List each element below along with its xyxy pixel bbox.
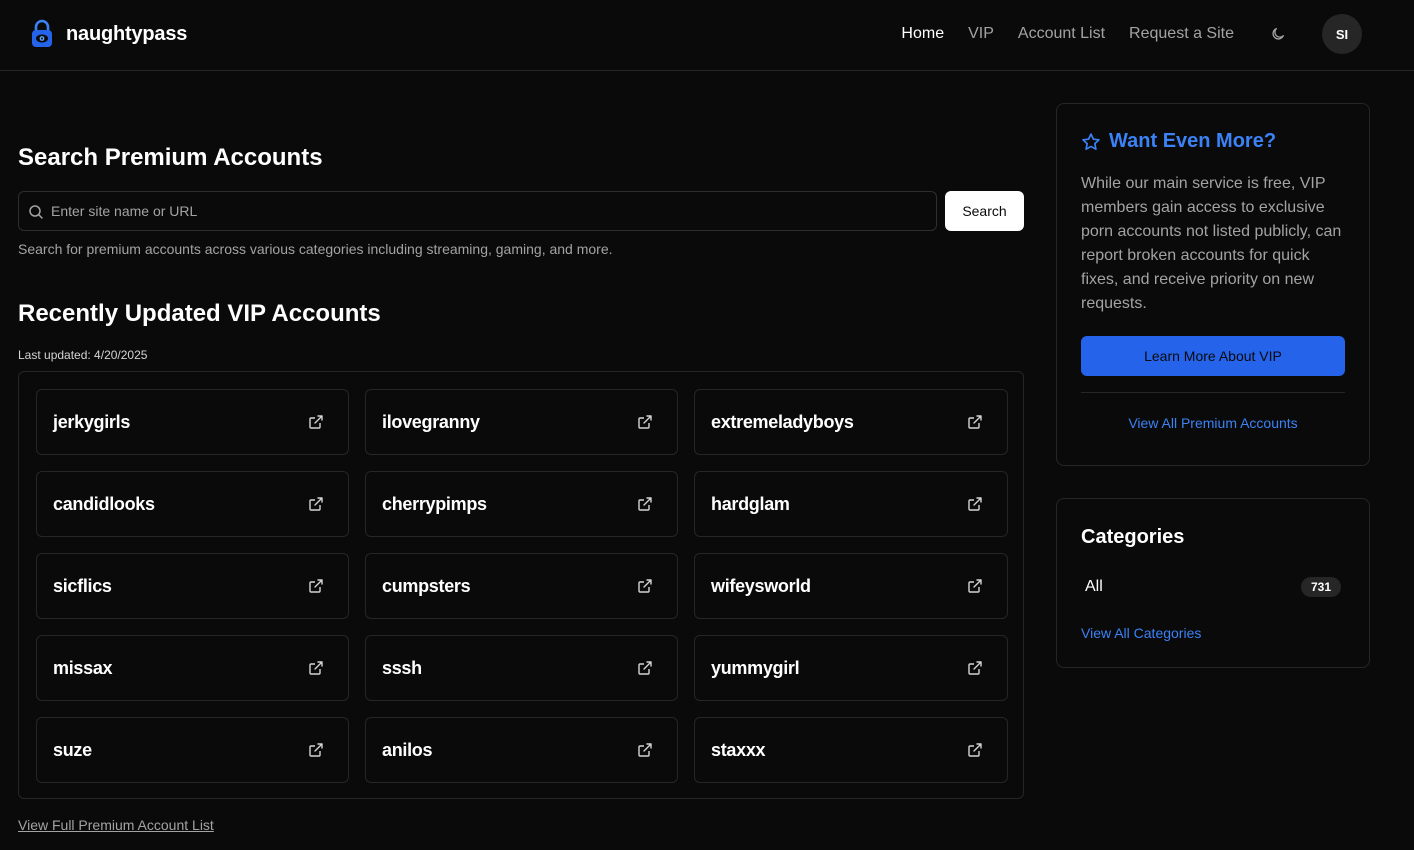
- account-name: hardglam: [711, 493, 790, 514]
- vip-card-title: Want Even More?: [1109, 130, 1277, 152]
- search-input-wrapper: [18, 191, 937, 231]
- category-item-all[interactable]: All 731: [1081, 575, 1341, 599]
- main-nav: Home VIP Account List Request a Site SI: [901, 14, 1362, 54]
- external-link-icon[interactable]: [637, 414, 653, 430]
- account-card[interactable]: sicflics: [36, 553, 349, 619]
- account-card[interactable]: extremeladyboys: [694, 389, 1008, 455]
- nav-request-a-site[interactable]: Request a Site: [1129, 25, 1234, 43]
- account-card[interactable]: candidlooks: [36, 471, 349, 537]
- account-card[interactable]: ilovegranny: [365, 389, 678, 455]
- padlock-eye-icon: [32, 19, 52, 47]
- account-name: yummygirl: [711, 657, 800, 678]
- brand-name: naughtypass: [66, 22, 188, 45]
- account-name: jerkygirls: [53, 411, 131, 432]
- search-button[interactable]: Search: [945, 191, 1024, 231]
- external-link-icon[interactable]: [308, 578, 324, 594]
- star-icon: [1082, 132, 1100, 150]
- account-card[interactable]: yummygirl: [694, 635, 1008, 701]
- nav-home[interactable]: Home: [901, 25, 944, 43]
- account-card[interactable]: cumpsters: [365, 553, 678, 619]
- nav-account-list[interactable]: Account List: [1018, 25, 1105, 43]
- account-name: wifeysworld: [711, 575, 811, 596]
- external-link-icon[interactable]: [967, 414, 983, 430]
- search-help-text: Search for premium accounts across vario…: [18, 241, 613, 257]
- account-card[interactable]: suze: [36, 717, 349, 783]
- top-navbar: naughtypass Home VIP Account List Reques…: [0, 0, 1414, 71]
- account-name: anilos: [382, 739, 433, 760]
- account-name: missax: [53, 657, 113, 678]
- category-count-badge: 731: [1300, 577, 1341, 597]
- external-link-icon[interactable]: [967, 496, 983, 512]
- account-name: sssh: [382, 657, 422, 678]
- last-updated-text: Last updated: 4/20/2025: [18, 348, 148, 362]
- external-link-icon[interactable]: [308, 496, 324, 512]
- account-card[interactable]: wifeysworld: [694, 553, 1008, 619]
- search-bar: Search: [18, 191, 1024, 231]
- category-name: All: [1085, 578, 1103, 595]
- account-name: staxxx: [711, 739, 766, 760]
- external-link-icon[interactable]: [967, 660, 983, 676]
- learn-more-vip-button[interactable]: Learn More About VIP: [1081, 336, 1345, 376]
- account-name: suze: [53, 739, 92, 760]
- search-section-title: Search Premium Accounts: [18, 144, 323, 171]
- external-link-icon[interactable]: [308, 414, 324, 430]
- categories-card: Categories All 731 View All Categories: [1056, 498, 1370, 668]
- moon-icon: [1272, 28, 1284, 40]
- external-link-icon[interactable]: [637, 496, 653, 512]
- theme-toggle-button[interactable]: [1266, 22, 1290, 46]
- search-input[interactable]: [51, 192, 931, 230]
- external-link-icon[interactable]: [637, 578, 653, 594]
- view-all-premium-accounts-link[interactable]: View All Premium Accounts: [1081, 415, 1345, 431]
- account-card[interactable]: sssh: [365, 635, 678, 701]
- vip-card-text: While our main service is free, VIP memb…: [1081, 175, 1342, 312]
- external-link-icon[interactable]: [308, 660, 324, 676]
- vip-promo-card: Want Even More? While our main service i…: [1056, 103, 1370, 466]
- account-name: extremeladyboys: [711, 411, 854, 432]
- external-link-icon[interactable]: [637, 660, 653, 676]
- divider: [1081, 392, 1345, 393]
- external-link-icon[interactable]: [308, 742, 324, 758]
- avatar[interactable]: SI: [1322, 14, 1362, 54]
- external-link-icon[interactable]: [967, 578, 983, 594]
- accounts-grid: jerkygirls ilovegranny extremeladyboys cand…: [36, 389, 1008, 783]
- account-card[interactable]: hardglam: [694, 471, 1008, 537]
- account-name: cumpsters: [382, 575, 471, 596]
- account-name: cherrypimps: [382, 493, 487, 514]
- vip-card-header: Want Even More?: [1081, 130, 1276, 153]
- accounts-grid-container: jerkygirls ilovegranny extremeladyboys cand…: [18, 371, 1024, 799]
- account-name: ilovegranny: [382, 411, 480, 432]
- brand[interactable]: naughtypass: [30, 18, 187, 50]
- account-card[interactable]: missax: [36, 635, 349, 701]
- nav-vip[interactable]: VIP: [968, 25, 994, 43]
- categories-title: Categories: [1081, 526, 1185, 548]
- account-card[interactable]: staxxx: [694, 717, 1008, 783]
- external-link-icon[interactable]: [637, 742, 653, 758]
- account-card[interactable]: jerkygirls: [36, 389, 349, 455]
- view-full-account-list-link[interactable]: View Full Premium Account List: [18, 817, 214, 833]
- account-name: sicflics: [53, 575, 112, 596]
- account-card[interactable]: cherrypimps: [365, 471, 678, 537]
- external-link-icon[interactable]: [967, 742, 983, 758]
- view-all-categories-link[interactable]: View All Categories: [1081, 625, 1201, 641]
- account-card[interactable]: anilos: [365, 717, 678, 783]
- search-icon: [29, 205, 43, 219]
- account-name: candidlooks: [53, 493, 155, 514]
- recent-accounts-title: Recently Updated VIP Accounts: [18, 300, 381, 327]
